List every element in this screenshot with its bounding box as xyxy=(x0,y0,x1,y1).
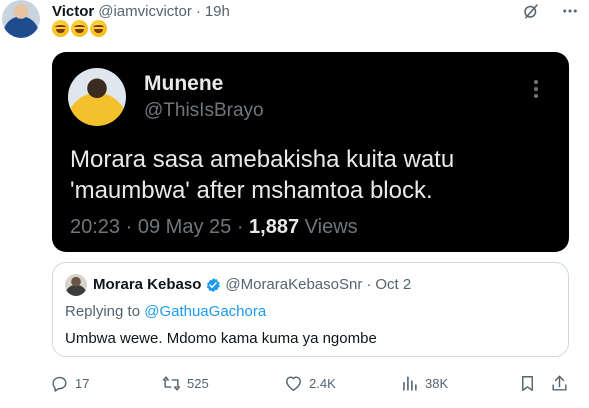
embedded-tweet-text: Morara sasa amebakisha kuita watu 'maumb… xyxy=(70,146,455,204)
analytics-icon xyxy=(403,375,417,391)
tweet-card[interactable]: Victor @iamvicvictor · 19h Munene @ThisI… xyxy=(0,0,589,408)
tweet-header: Victor @iamvicvictor · 19h xyxy=(52,1,230,21)
quoted-author-avatar xyxy=(65,274,87,296)
action-bar: 17 525 2.4K 38K xyxy=(44,372,579,394)
more-options-icon[interactable] xyxy=(560,2,580,20)
bookmark-icon xyxy=(522,375,533,391)
embedded-avatar xyxy=(68,68,126,126)
reply-icon xyxy=(52,376,67,392)
embedded-date: 09 May 25 xyxy=(137,216,232,238)
rofl-emoji-icon xyxy=(52,20,69,37)
repost-button[interactable]: 525 xyxy=(162,372,209,394)
reply-count: 17 xyxy=(75,375,90,391)
like-count: 2.4K xyxy=(309,375,336,391)
quoted-author-name: Morara Kebaso xyxy=(93,276,202,293)
embedded-author-name: Munene xyxy=(144,72,224,95)
embedded-more-icon xyxy=(532,80,540,100)
header-separator: · xyxy=(195,2,201,20)
embedded-separator: · xyxy=(236,216,244,238)
quoted-date: Oct 2 xyxy=(375,276,412,293)
quoted-header: Morara Kebaso @MoraraKebasoSnr · Oct 2 xyxy=(93,276,411,293)
views-count: 38K xyxy=(425,375,449,391)
views-button[interactable]: 38K xyxy=(400,372,448,394)
rofl-emoji-icon xyxy=(71,20,88,37)
tweet-text-emojis xyxy=(52,20,107,37)
verified-badge-icon xyxy=(207,277,221,292)
rofl-emoji-icon xyxy=(90,20,107,37)
quoted-author-handle: @MoraraKebasoSnr xyxy=(225,276,363,293)
grok-icon[interactable] xyxy=(522,2,540,20)
repost-icon xyxy=(162,375,181,391)
author-name[interactable]: Victor xyxy=(52,3,94,20)
share-button[interactable] xyxy=(550,372,575,394)
heart-icon xyxy=(286,375,301,391)
screenshot-image[interactable]: Munene @ThisIsBrayo Morara sasa amebakis… xyxy=(52,52,569,252)
embedded-views-label: Views xyxy=(304,216,358,238)
bookmark-button[interactable] xyxy=(518,372,543,394)
reply-button[interactable]: 17 xyxy=(50,372,89,394)
replying-to-link[interactable]: @GathuaGachora xyxy=(144,303,266,320)
like-button[interactable]: 2.4K xyxy=(284,372,336,394)
embedded-tweet-meta: 20:23 · 09 May 25 · 1,887 Views xyxy=(70,216,358,239)
replying-to-line: Replying to @GathuaGachora xyxy=(65,303,266,320)
repost-count: 525 xyxy=(187,375,209,391)
quoted-tweet[interactable]: Morara Kebaso @MoraraKebasoSnr · Oct 2 R… xyxy=(52,262,569,357)
tweet-timestamp[interactable]: 19h xyxy=(205,3,230,20)
author-avatar[interactable] xyxy=(2,0,40,38)
quoted-tweet-text: Umbwa wewe. Mdomo kama kuma ya ngombe xyxy=(65,330,377,347)
share-icon xyxy=(552,375,567,391)
author-handle[interactable]: @iamvicvictor xyxy=(98,3,192,20)
embedded-author-handle: @ThisIsBrayo xyxy=(144,100,264,121)
embedded-separator: · xyxy=(125,216,133,238)
replying-to-prefix: Replying to xyxy=(65,303,141,320)
quoted-separator: · xyxy=(366,276,372,293)
embedded-time: 20:23 xyxy=(70,216,121,238)
embedded-views-count: 1,887 xyxy=(249,216,300,238)
